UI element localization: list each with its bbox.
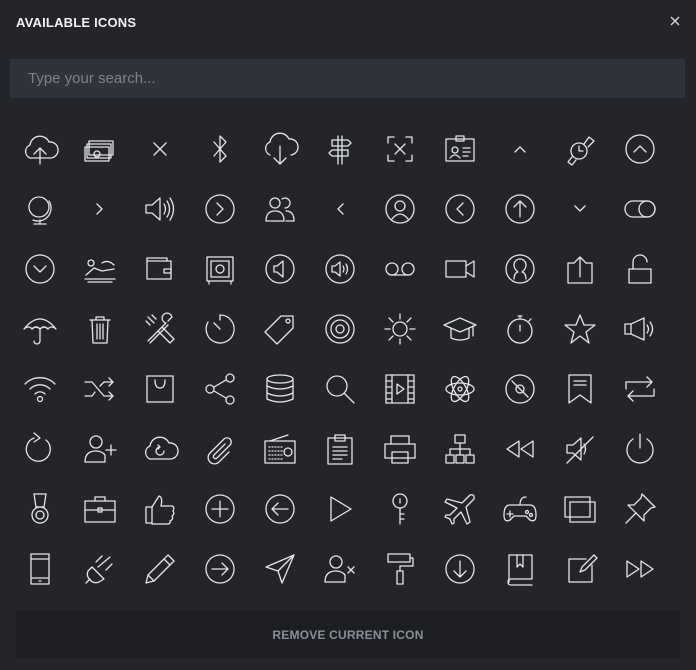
search-input[interactable] [10,59,685,98]
paperclip-icon[interactable] [190,419,250,479]
send-icon[interactable] [250,539,310,599]
money-stack-icon[interactable] [70,119,130,179]
mobile-phone-icon[interactable] [10,539,70,599]
voicemail-icon[interactable] [370,239,430,299]
radio-icon[interactable] [250,419,310,479]
sitemap-icon[interactable] [430,419,490,479]
safe-icon[interactable] [190,239,250,299]
chevron-down-icon[interactable] [550,179,610,239]
key-icon[interactable] [370,479,430,539]
chevron-up-icon[interactable] [490,119,550,179]
id-card-icon[interactable] [430,119,490,179]
user-remove-icon[interactable] [310,539,370,599]
volume-high-circle-icon[interactable] [310,239,370,299]
trash-icon[interactable] [70,299,130,359]
remove-current-icon-label: REMOVE CURRENT ICON [272,627,424,642]
chevron-left-icon[interactable] [310,179,370,239]
power-icon[interactable] [610,419,670,479]
arrow-left-circle-icon[interactable] [430,179,490,239]
volume-low-circle-icon[interactable] [250,239,310,299]
printer-icon[interactable] [370,419,430,479]
book-icon[interactable] [490,539,550,599]
users-icon[interactable] [250,179,310,239]
tag-icon[interactable] [250,299,310,359]
rewind-icon[interactable] [490,419,550,479]
wifi-icon[interactable] [10,359,70,419]
edit-icon[interactable] [550,539,610,599]
icon-grid [10,119,670,599]
shopping-bag-icon[interactable] [130,359,190,419]
database-icon[interactable] [250,359,310,419]
megaphone-icon[interactable] [610,299,670,359]
airplane-icon[interactable] [430,479,490,539]
chevron-down-circle-icon[interactable] [10,239,70,299]
arrow-up-circle-icon[interactable] [610,119,670,179]
cloud-sync-icon[interactable] [130,419,190,479]
signpost-icon[interactable] [310,119,370,179]
arrow-down-circle-icon[interactable] [430,539,490,599]
remove-current-icon-button[interactable]: REMOVE CURRENT ICON [16,611,680,658]
brightness-icon[interactable] [370,299,430,359]
user-avatar-icon[interactable] [490,239,550,299]
volume-icon[interactable] [130,179,190,239]
timer-icon[interactable] [190,299,250,359]
stopwatch-icon[interactable] [490,299,550,359]
dialog-title: AVAILABLE ICONS [16,15,137,30]
cloud-upload-icon[interactable] [10,119,70,179]
refresh-icon[interactable] [10,419,70,479]
umbrella-icon[interactable] [10,299,70,359]
fast-forward-icon[interactable] [610,539,670,599]
pushpin-icon[interactable] [610,479,670,539]
thumbs-up-icon[interactable] [130,479,190,539]
toggle-icon[interactable] [610,179,670,239]
play-icon[interactable] [310,479,370,539]
wallet-icon[interactable] [130,239,190,299]
cloud-download-icon[interactable] [250,119,310,179]
globe-icon[interactable] [10,179,70,239]
arrow-right-circle-icon[interactable] [190,179,250,239]
close-icon[interactable] [130,119,190,179]
video-camera-icon[interactable] [430,239,490,299]
shuffle-icon[interactable] [70,359,130,419]
unlock-icon[interactable] [610,239,670,299]
bluetooth-icon[interactable] [190,119,250,179]
gamepad-icon[interactable] [490,479,550,539]
disc-icon[interactable] [490,359,550,419]
arrow-right-circle-2-icon[interactable] [190,539,250,599]
pencil-icon[interactable] [130,539,190,599]
chevron-right-icon[interactable] [70,179,130,239]
close-icon[interactable] [668,14,682,28]
medal-icon[interactable] [10,479,70,539]
sunbathing-icon[interactable] [70,239,130,299]
search-icon[interactable] [310,359,370,419]
windows-icon[interactable] [550,479,610,539]
focus-frame-icon[interactable] [370,119,430,179]
repeat-icon[interactable] [610,359,670,419]
smartwatch-icon[interactable] [550,119,610,179]
user-circle-icon[interactable] [370,179,430,239]
user-add-icon[interactable] [70,419,130,479]
target-icon[interactable] [310,299,370,359]
upload-box-icon[interactable] [550,239,610,299]
graduation-cap-icon[interactable] [430,299,490,359]
arrow-up-circle-outline-icon[interactable] [490,179,550,239]
atom-icon[interactable] [430,359,490,419]
star-icon[interactable] [550,299,610,359]
clipboard-icon[interactable] [310,419,370,479]
add-circle-icon[interactable] [190,479,250,539]
paint-roller-icon[interactable] [370,539,430,599]
share-icon[interactable] [190,359,250,419]
dialog-header: AVAILABLE ICONS [0,0,696,44]
film-icon[interactable] [370,359,430,419]
plug-icon[interactable] [70,539,130,599]
tools-icon[interactable] [130,299,190,359]
bookmark-icon[interactable] [550,359,610,419]
mute-icon[interactable] [550,419,610,479]
briefcase-icon[interactable] [70,479,130,539]
arrow-left-circle-2-icon[interactable] [250,479,310,539]
